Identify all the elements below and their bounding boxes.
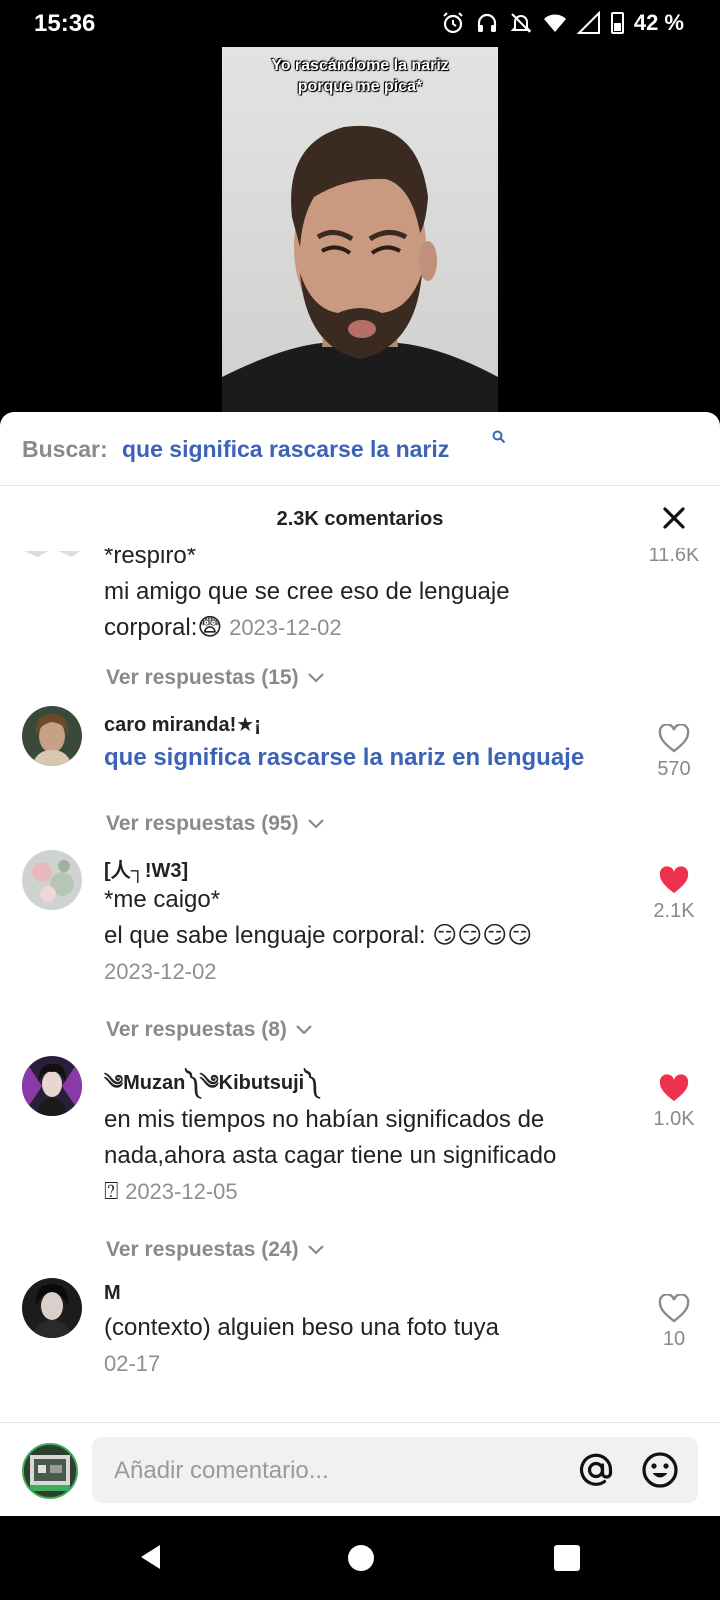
search-query-link[interactable]: que significa rascarse la nariz: [122, 436, 449, 463]
avatar[interactable]: [22, 1056, 82, 1116]
avatar: [22, 548, 82, 558]
view-replies-label: Ver respuestas (24): [106, 1238, 299, 1261]
comment-username[interactable]: M: [104, 1282, 121, 1305]
tiktok-comments-screen: 15:36 42 % Yo rascándome la nariz porque…: [0, 0, 720, 1600]
comment-line: (contexto) alguien beso una foto tuya: [104, 1314, 499, 1341]
chevron-down-icon: [307, 819, 324, 829]
avatar[interactable]: [22, 850, 82, 910]
comment-date: 2023-12-05: [125, 1179, 238, 1204]
comment-username[interactable]: [人┐!W3]: [104, 854, 188, 883]
heart-outline-icon: [658, 724, 690, 753]
view-replies-button[interactable]: Ver respuestas (8): [106, 1018, 313, 1042]
like-button[interactable]: 570: [648, 724, 700, 781]
like-button-liked[interactable]: 2.1K: [648, 866, 700, 923]
comment-line-text: corporal:😨: [104, 614, 223, 641]
comment-search-link[interactable]: que significa rascarse la nariz en lengu…: [104, 744, 584, 771]
comment-text: *respiro* mi amigo que se cree eso de le…: [104, 548, 624, 646]
comment-line: mi amigo que se cree eso de lenguaje: [104, 578, 510, 605]
view-replies-label: Ver respuestas (8): [106, 1018, 287, 1041]
home-icon[interactable]: [348, 1545, 374, 1571]
system-navigation-bar: [0, 1516, 720, 1600]
comment-input-bar: Añadir comentario...: [0, 1422, 720, 1516]
comment-text: *me caigo* el que sabe lenguaje corporal…: [104, 882, 624, 990]
view-replies-button[interactable]: Ver respuestas (95): [106, 812, 325, 836]
comment-line: *me caigo*: [104, 886, 221, 913]
comment-date: 2023-12-02: [104, 959, 217, 984]
like-button-liked[interactable]: 1.0K: [648, 1074, 700, 1131]
view-replies-button[interactable]: Ver respuestas (24): [106, 1238, 325, 1262]
comment-username[interactable]: caro miranda!★¡: [104, 712, 261, 737]
chevron-down-icon: [307, 673, 324, 683]
comment-list[interactable]: *respiro* mi amigo que se cree eso de le…: [0, 548, 720, 1394]
signal-icon: [576, 11, 600, 34]
video-preview[interactable]: Yo rascándome la nariz porque me pica*: [222, 47, 498, 413]
comment-line: *respiro*: [104, 548, 197, 569]
like-count: 10: [662, 1328, 686, 1350]
comment-date: 02-17: [104, 1351, 161, 1376]
mention-at-icon[interactable]: [576, 1450, 616, 1490]
video-person-image: [222, 125, 498, 413]
comment-line: nada,ahora asta cagar tiene un significa…: [104, 1142, 557, 1169]
avatar[interactable]: [22, 706, 82, 766]
like-count: 570: [657, 758, 691, 780]
heart-outline-icon: [658, 1294, 690, 1323]
search-label: Buscar:: [22, 436, 108, 462]
comments-count-title: 2.3K comentarios: [276, 508, 444, 530]
emoji-icon[interactable]: [640, 1450, 680, 1490]
comment-input-placeholder: Añadir comentario...: [114, 1457, 329, 1484]
heart-filled-icon: [659, 866, 689, 893]
notifications-off-icon: [510, 13, 532, 33]
my-avatar: [22, 1443, 78, 1499]
comment-glyph: ⍰: [104, 1178, 119, 1205]
like-count: 1.0K: [653, 1108, 695, 1130]
status-icons: 42 %: [441, 10, 684, 36]
status-bar: 15:36 42 %: [0, 0, 720, 46]
comment-line: corporal:😨 2023-12-02: [104, 610, 624, 646]
chevron-down-icon: [296, 1025, 312, 1035]
search-suggestion-row[interactable]: Buscar: que significa rascarse la nariz: [0, 412, 720, 486]
battery-percent: 42 %: [633, 10, 684, 35]
video-caption: Yo rascándome la nariz porque me pica*: [222, 55, 498, 97]
comment-input[interactable]: Añadir comentario...: [92, 1437, 698, 1503]
headphones-icon: [477, 13, 496, 32]
avatar[interactable]: [22, 1278, 82, 1338]
comment-text: que significa rascarse la nariz en lengu…: [104, 740, 664, 776]
comment-line: en mis tiempos no habían significados de: [104, 1106, 545, 1133]
search-icon: [492, 430, 506, 444]
status-time: 15:36: [34, 10, 96, 37]
comments-sheet: Buscar: que significa rascarse la nariz …: [0, 412, 720, 1516]
comment-text: en mis tiempos no habían significados de…: [104, 1102, 634, 1210]
video-caption-line-2: porque me pica*: [297, 78, 423, 95]
like-button[interactable]: 11.6K: [648, 548, 700, 567]
heart-filled-icon: [659, 1074, 689, 1101]
recent-apps-icon[interactable]: [554, 1545, 580, 1571]
comment-date: 2023-12-02: [229, 615, 342, 640]
close-icon[interactable]: [660, 504, 688, 532]
comment-line: el que sabe lenguaje corporal: 😏😏😏😏: [104, 922, 533, 949]
battery-icon: [610, 12, 624, 34]
view-replies-button[interactable]: Ver respuestas (15): [106, 666, 325, 690]
like-count: 11.6K: [648, 548, 700, 566]
comment-text: (contexto) alguien beso una foto tuya 02…: [104, 1310, 624, 1382]
like-button[interactable]: 10: [648, 1294, 700, 1351]
like-count: 2.1K: [653, 900, 695, 922]
view-replies-label: Ver respuestas (15): [106, 666, 299, 689]
chevron-down-icon: [307, 1245, 324, 1255]
alarm-icon: [443, 12, 463, 34]
back-icon[interactable]: [136, 1542, 166, 1572]
view-replies-label: Ver respuestas (95): [106, 812, 299, 835]
video-caption-line-1: Yo rascándome la nariz: [271, 57, 449, 74]
comment-line: ⍰ 2023-12-05: [104, 1174, 634, 1210]
wifi-icon: [542, 14, 566, 32]
